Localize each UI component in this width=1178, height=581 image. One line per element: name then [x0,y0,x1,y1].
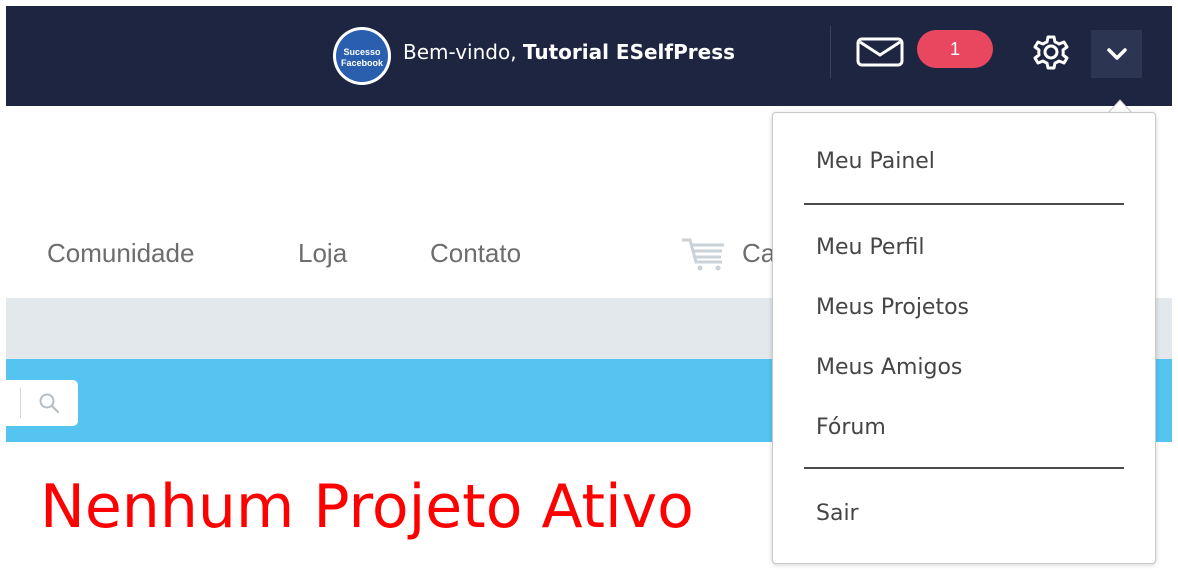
chevron-down-icon [1107,48,1127,60]
menu-item-sair[interactable]: Sair [816,501,859,526]
nav-link-loja[interactable]: Loja [298,238,347,269]
avatar[interactable]: Sucesso Facebook [333,27,391,85]
welcome-message: Bem-vindo, Tutorial ESelfPress [403,40,735,64]
user-dropdown-menu: Meu Painel Meu Perfil Meus Projetos Meus… [772,112,1156,564]
menu-divider [804,467,1124,469]
avatar-logo-text-2: Facebook [340,58,383,68]
gear-icon[interactable] [1027,31,1075,79]
menu-item-meus-projetos[interactable]: Meus Projetos [816,295,969,320]
mail-icon[interactable] [854,37,910,67]
menu-item-meu-painel[interactable]: Meu Painel [816,149,935,174]
nav-link-comunidade[interactable]: Comunidade [47,238,194,269]
welcome-prefix: Bem-vindo, [403,40,523,64]
user-menu-toggle-button[interactable] [1091,30,1142,78]
menu-item-meus-amigos[interactable]: Meus Amigos [816,355,962,380]
user-name[interactable]: Tutorial ESelfPress [523,40,735,64]
nav-link-cart[interactable]: Ca [742,238,774,269]
search-divider [20,388,21,418]
header-divider [830,26,831,78]
nav-link-contato[interactable]: Contato [430,238,521,269]
search-icon [39,393,60,414]
menu-item-meu-perfil[interactable]: Meu Perfil [816,235,925,260]
cart-icon[interactable] [680,236,728,272]
avatar-logo-text-1: Sucesso [343,47,381,57]
page-heading: Nenhum Projeto Ativo [40,472,694,542]
menu-divider [804,203,1124,205]
notification-badge[interactable]: 1 [917,30,993,68]
menu-item-forum[interactable]: Fórum [816,415,886,440]
search-button[interactable] [6,380,78,426]
